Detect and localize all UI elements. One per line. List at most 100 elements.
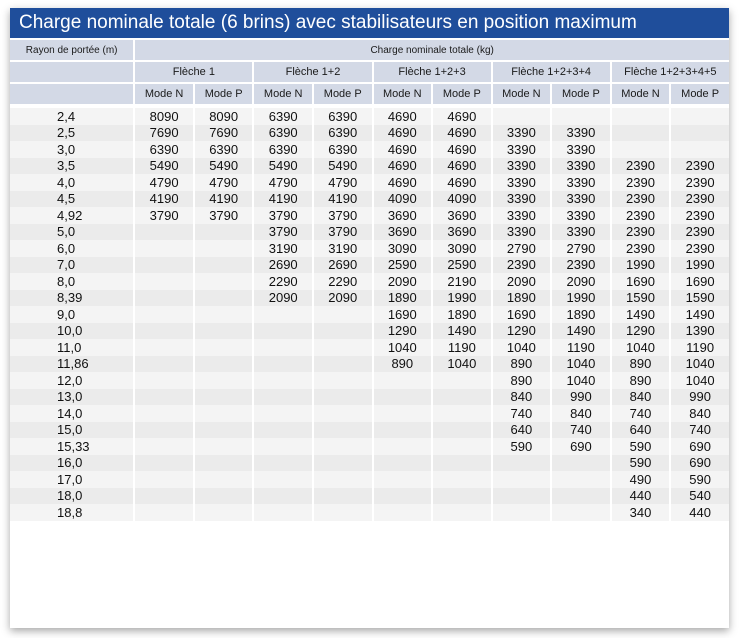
load-cell: [313, 421, 372, 438]
load-header: Charge nominale totale (kg): [135, 40, 729, 62]
load-cell: 2390: [611, 207, 670, 224]
load-cell: 4690: [373, 157, 432, 174]
load-cell: 2390: [492, 256, 551, 273]
load-cell: 3090: [373, 240, 432, 257]
load-cell: 1690: [611, 273, 670, 290]
load-cell: 1290: [611, 322, 670, 339]
load-cell: 1040: [552, 355, 610, 372]
table-row: 15,0 640 740 640 740: [10, 421, 729, 438]
load-cell: 740: [552, 421, 610, 438]
load-cell: 2290: [254, 273, 312, 290]
table-row: 3,0 6390 6390 6390 6390 4690 4690 3390 3390: [10, 141, 729, 158]
radius-cell: 2,5: [10, 124, 134, 141]
radius-cell: 10,0: [10, 322, 134, 339]
load-cell: [433, 471, 491, 488]
load-cell: 7690: [194, 124, 253, 141]
load-cell: 3790: [313, 207, 372, 224]
load-cell: [433, 487, 491, 504]
mode-p-header: Mode P: [313, 84, 372, 108]
load-cell: 3390: [552, 141, 610, 158]
load-cell: [194, 388, 253, 405]
load-cell: 4690: [433, 174, 491, 191]
load-cell: [254, 421, 312, 438]
load-cell: 1990: [433, 289, 491, 306]
table-row: 17,0 490 590: [10, 471, 729, 488]
load-cell: 4690: [433, 141, 491, 158]
radius-cell: 7,0: [10, 256, 134, 273]
load-cell: 840: [611, 388, 670, 405]
header-blank-cell: [10, 84, 134, 108]
load-cell: [135, 256, 193, 273]
load-cell: 2090: [492, 273, 551, 290]
load-cell: 3790: [254, 223, 312, 240]
load-cell: [671, 124, 729, 141]
load-cell: 3790: [194, 207, 253, 224]
load-cell: [254, 339, 312, 356]
load-cell: 6390: [254, 108, 312, 125]
load-cell: 3390: [552, 207, 610, 224]
load-cell: [194, 273, 253, 290]
load-cell: [254, 355, 312, 372]
load-cell: [254, 388, 312, 405]
load-cell: 1290: [492, 322, 551, 339]
radius-cell: 8,0: [10, 273, 134, 290]
load-cell: 7690: [135, 124, 193, 141]
mode-n-header: Mode N: [135, 84, 193, 108]
load-cell: [313, 438, 372, 455]
load-cell: 2090: [313, 289, 372, 306]
load-cell: [135, 504, 193, 521]
load-cell: 1040: [552, 372, 610, 389]
table-row: 3,5 5490 5490 5490 5490 4690 4690 3390 3390 2390 2…: [10, 157, 729, 174]
load-cell: 2390: [671, 207, 729, 224]
table-title: Charge nominale totale (6 brins) avec st…: [10, 8, 729, 38]
mode-p-header: Mode P: [433, 84, 491, 108]
load-cell: 2390: [611, 240, 670, 257]
load-cell: 5490: [313, 157, 372, 174]
load-cell: 3390: [492, 124, 551, 141]
load-cell: 1390: [671, 322, 729, 339]
load-cell: [194, 306, 253, 323]
load-cell: 4690: [433, 124, 491, 141]
table-row: 16,0 590 690: [10, 454, 729, 471]
load-cell: [254, 438, 312, 455]
load-cell: 640: [611, 421, 670, 438]
radius-cell: 14,0: [10, 405, 134, 422]
load-cell: 1690: [671, 273, 729, 290]
load-cell: [552, 454, 610, 471]
load-cell: [492, 504, 551, 521]
table-row: 9,0 1690 1890 1690 1890 1490 1490: [10, 306, 729, 323]
table-row: 2,4 8090 8090 6390 6390 4690 4690: [10, 108, 729, 125]
radius-cell: 5,0: [10, 223, 134, 240]
load-cell: 4690: [433, 157, 491, 174]
load-cell: 1040: [492, 339, 551, 356]
load-cell: [552, 504, 610, 521]
table-row: 15,33 590 690 590 690: [10, 438, 729, 455]
load-cell: [433, 454, 491, 471]
table-row: 8,0 2290 2290 2090 2190 2090 2090 1690 1690: [10, 273, 729, 290]
load-cell: [373, 372, 432, 389]
load-cell: 890: [611, 372, 670, 389]
load-cell: 590: [671, 471, 729, 488]
mode-p-header: Mode P: [671, 84, 729, 108]
load-cell: [373, 421, 432, 438]
load-cell: [313, 454, 372, 471]
load-cell: [135, 273, 193, 290]
load-cell: [313, 355, 372, 372]
load-cell: 840: [552, 405, 610, 422]
radius-cell: 18,0: [10, 487, 134, 504]
load-cell: [373, 388, 432, 405]
load-cell: 4090: [373, 190, 432, 207]
load-cell: 6390: [254, 124, 312, 141]
load-cell: [433, 405, 491, 422]
load-cell: 890: [492, 355, 551, 372]
load-cell: 890: [492, 372, 551, 389]
load-cell: 1690: [492, 306, 551, 323]
load-cell: 1040: [671, 355, 729, 372]
load-cell: [135, 438, 193, 455]
load-table: Rayon de portée (m) Charge nominale tota…: [8, 40, 731, 521]
load-cell: 1290: [373, 322, 432, 339]
load-cell: 4790: [135, 174, 193, 191]
boom-header: Flèche 1+2+3: [373, 62, 491, 84]
mode-header-row: Mode N Mode P Mode N Mode P Mode N Mode P Mode…: [10, 84, 729, 108]
load-cell: 1990: [611, 256, 670, 273]
